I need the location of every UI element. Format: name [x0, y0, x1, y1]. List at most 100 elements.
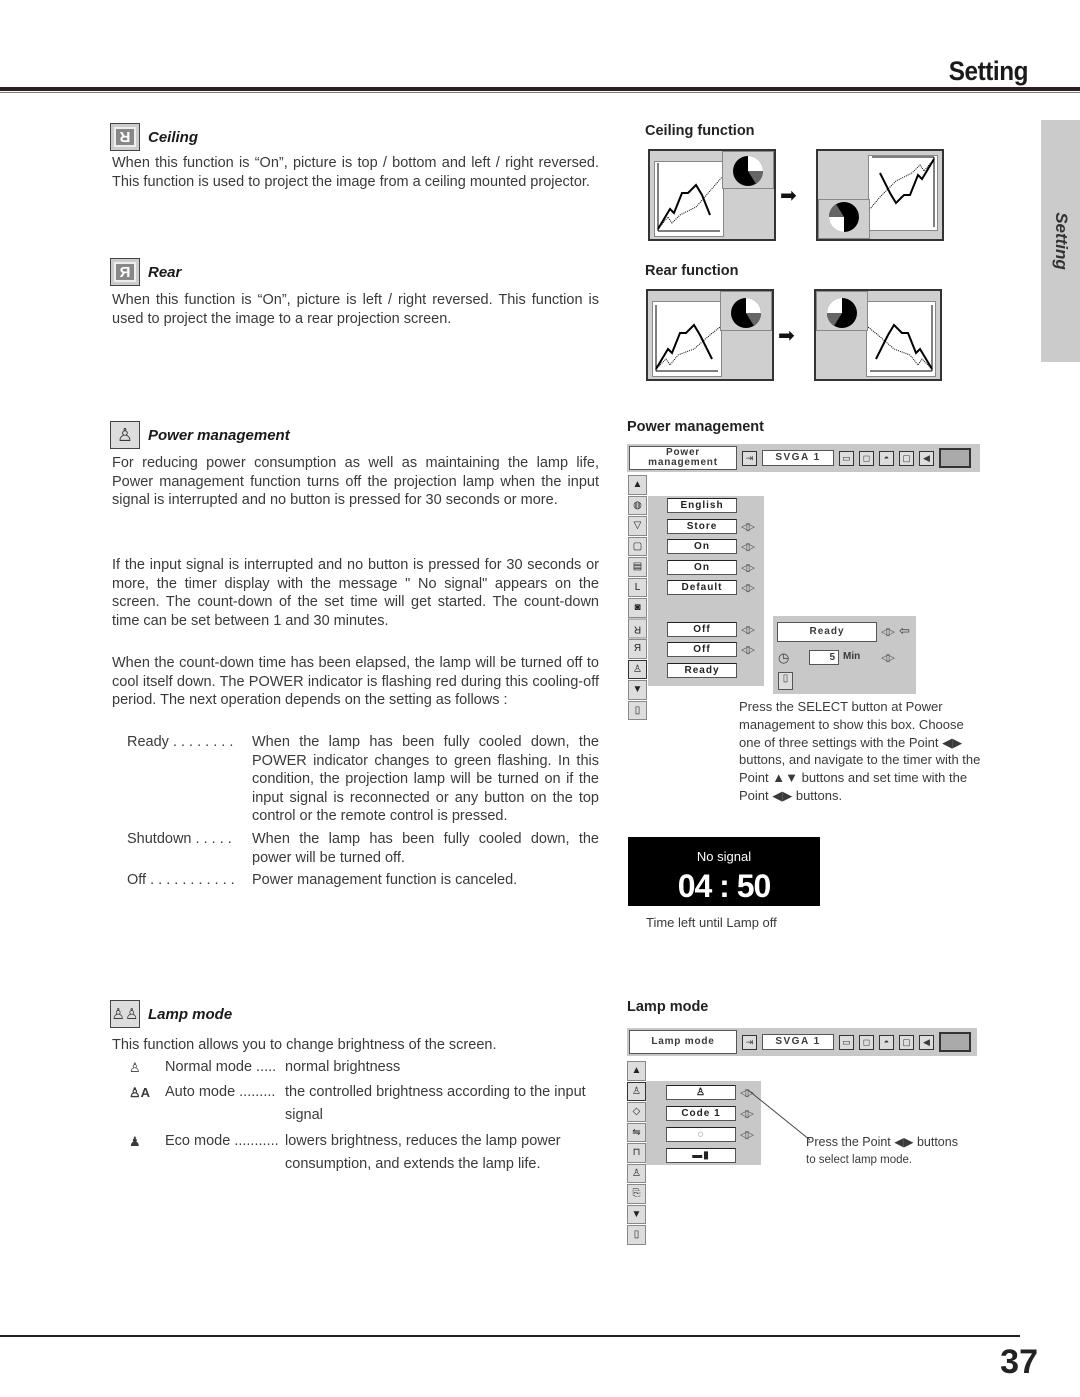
osd-row[interactable]: ♙ ◁▷: [666, 1085, 754, 1100]
blue-back-icon[interactable]: ▢: [628, 536, 647, 556]
ceiling-diagram-heading: Ceiling function: [645, 123, 755, 139]
screen-icon[interactable]: ▢: [899, 450, 914, 466]
scroll-down-icon[interactable]: ▼: [628, 680, 647, 700]
osd-row-value[interactable]: Ready: [667, 662, 737, 678]
rear-title: Rear: [148, 263, 182, 281]
filter-icon[interactable]: ⎘: [627, 1184, 646, 1204]
setting-icon[interactable]: [939, 1032, 971, 1052]
side-chapter-tab: Setting: [1041, 120, 1080, 362]
rear-r-icon: Я: [110, 258, 140, 286]
image-adjust-icon[interactable]: ◓: [879, 450, 894, 466]
left-right-arrows-icon[interactable]: ◁▷: [881, 625, 895, 638]
lamp-mode-eco: ♟ Eco mode ........... lowers brightness…: [127, 1130, 607, 1176]
pc-adjust-icon[interactable]: ▭: [839, 1034, 854, 1050]
osd-row-value[interactable]: ▬▮: [666, 1148, 736, 1163]
left-right-arrows-icon[interactable]: ◁▷: [741, 623, 755, 636]
osd-row[interactable]: ▬▮: [666, 1148, 736, 1163]
scroll-up-icon[interactable]: ▲: [628, 475, 647, 495]
osd-row[interactable]: Off ◁▷: [667, 642, 755, 658]
side-tab-label: Setting: [1051, 212, 1071, 270]
power-management-title: Power management: [148, 426, 290, 444]
osd-row-value[interactable]: ◌: [666, 1127, 736, 1142]
osd-row-value[interactable]: Off: [667, 621, 737, 637]
osd-row[interactable]: Ready: [667, 662, 737, 678]
osd-row-value[interactable]: Store: [667, 518, 737, 534]
lamp-mode-intro: This function allows you to change brigh…: [112, 1037, 497, 1053]
screen-icon[interactable]: ▢: [899, 1034, 914, 1050]
timer-value[interactable]: 5: [809, 650, 839, 665]
power-option-shutdown: Shutdown . . . . . When the lamp has bee…: [127, 830, 599, 866]
lock-icon[interactable]: ⊓: [627, 1143, 646, 1163]
power-option-off: Off . . . . . . . . . . . Power manageme…: [127, 872, 518, 889]
exit-door-icon[interactable]: ▯: [778, 672, 793, 690]
setting-icon[interactable]: [939, 448, 971, 468]
lamp-counter-icon[interactable]: ♙: [627, 1163, 646, 1183]
exit-door-icon[interactable]: ▯: [627, 1225, 646, 1245]
no-signal-caption: Time left until Lamp off: [646, 915, 777, 930]
osd-row-value[interactable]: ♙: [666, 1085, 736, 1100]
arrow-right-icon: ➡: [780, 185, 797, 207]
left-right-arrows-icon[interactable]: ◁▷: [741, 540, 755, 553]
osd-row[interactable]: Code 1 ◁▷: [666, 1106, 754, 1121]
usb-icon[interactable]: ⇋: [627, 1122, 646, 1142]
logo-icon[interactable]: L: [628, 577, 647, 597]
osd-row-value[interactable]: Code 1: [666, 1106, 736, 1121]
lamp-mode-icon[interactable]: ♙: [627, 1081, 646, 1101]
image-select-icon[interactable]: ◻: [859, 450, 874, 466]
image-adjust-icon[interactable]: ◓: [879, 1034, 894, 1050]
scroll-down-icon[interactable]: ▼: [627, 1204, 646, 1224]
power-options-list: Ready . . . . . . . . When the lamp has …: [127, 733, 599, 894]
keystone-icon[interactable]: ▽: [628, 516, 647, 536]
scroll-up-icon[interactable]: ▲: [627, 1061, 646, 1081]
osd-icon-column: ▲ ◍ ▽ ▢ ▤ L ◙ R Я ♙ ▼ ▯: [628, 475, 648, 720]
osd-row[interactable]: Store ◁▷: [667, 518, 755, 534]
left-right-arrows-icon[interactable]: ◁▷: [741, 643, 755, 656]
sound-icon[interactable]: ◀: [919, 1034, 934, 1050]
rear-diagram-heading: Rear function: [645, 263, 739, 279]
osd-row-value[interactable]: Default: [667, 580, 737, 596]
osd-row[interactable]: Off ◁▷: [667, 621, 755, 637]
left-right-arrows-icon[interactable]: ◁▷: [741, 581, 755, 594]
header-rule: [0, 87, 1080, 91]
page-header-title: Setting: [948, 56, 1029, 86]
countdown-time: 04 : 50: [677, 868, 772, 904]
input-icon[interactable]: ⇥: [742, 450, 757, 466]
input-icon[interactable]: ⇥: [742, 1034, 757, 1050]
osd-row[interactable]: On ◁▷: [667, 539, 755, 555]
power-mgmt-icon[interactable]: ♙: [628, 659, 647, 679]
osd-row[interactable]: On ◁▷: [667, 559, 755, 575]
remote-code-icon[interactable]: ◇: [627, 1102, 646, 1122]
no-signal-message: No signal: [696, 849, 752, 864]
pointer-arrow-icon: ⇦: [899, 623, 910, 638]
capture-icon[interactable]: ◙: [628, 598, 647, 618]
osd-row[interactable]: Default ◁▷: [667, 580, 755, 596]
lamp-bulb-icon: ♙: [110, 421, 140, 449]
left-right-arrows-icon[interactable]: ◁▷: [881, 651, 895, 664]
display-icon[interactable]: ▤: [628, 557, 647, 577]
power-diagram-heading: Power management: [627, 419, 764, 435]
rear-diagram-before: [646, 289, 774, 381]
osd-row-value[interactable]: English: [667, 498, 737, 513]
osd-row-value[interactable]: Off: [667, 642, 737, 658]
no-signal-timer-display: No signal 04 : 50: [628, 837, 820, 906]
pc-adjust-icon[interactable]: ▭: [839, 450, 854, 466]
globe-icon[interactable]: ◍: [628, 495, 647, 515]
left-right-arrows-icon[interactable]: ◁▷: [741, 561, 755, 574]
sound-icon[interactable]: ◀: [919, 450, 934, 466]
ceiling-title: Ceiling: [148, 128, 199, 146]
exit-door-icon[interactable]: ▯: [628, 700, 647, 720]
power-countdown-description: If the input signal is interrupted and n…: [112, 557, 599, 629]
left-right-arrows-icon[interactable]: ◁▷: [741, 520, 755, 533]
power-mode-select[interactable]: Ready: [777, 622, 877, 642]
osd-row[interactable]: English: [667, 498, 737, 513]
ceiling-icon[interactable]: R: [628, 618, 647, 638]
rear-icon[interactable]: Я: [628, 639, 647, 659]
osd-menu-title: Power management: [629, 446, 737, 470]
osd-source-display: SVGA 1: [762, 1034, 834, 1050]
footer-rule: [0, 1335, 1020, 1337]
osd-row-value[interactable]: On: [667, 559, 737, 575]
image-select-icon[interactable]: ◻: [859, 1034, 874, 1050]
osd-row[interactable]: ◌ ◁▷: [666, 1127, 754, 1142]
osd-row-value[interactable]: On: [667, 539, 737, 555]
ceiling-diagram-after: [816, 149, 944, 241]
